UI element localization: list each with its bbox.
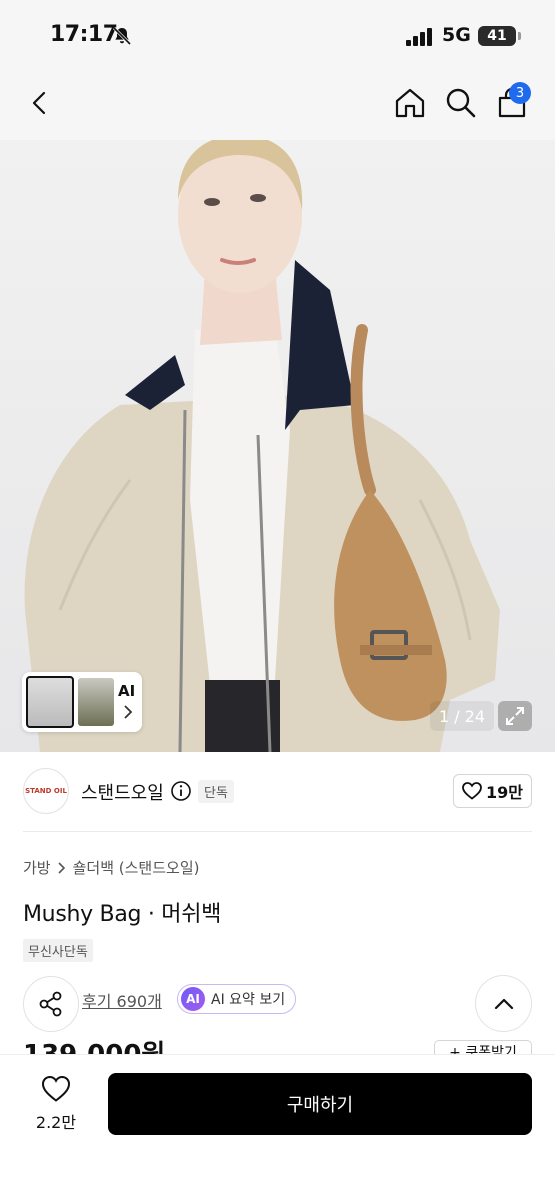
brand-logo-text: STAND OIL [25,787,67,795]
buy-button[interactable]: 구매하기 [108,1073,532,1135]
share-button[interactable] [23,976,79,1032]
store-exclusive-badge: 무신사단독 [23,939,93,962]
search-icon[interactable] [444,86,478,120]
ai-summary-label: AI 요약 보기 [211,992,286,1008]
bottom-action-bar: 2.2만 구매하기 [0,1054,555,1200]
review-link[interactable]: 후기 690개 [82,988,162,1012]
product-photo [24,140,500,752]
network-type: 5G [442,24,471,46]
ai-badge: AI [181,987,205,1011]
status-time: 17:17 [50,22,118,47]
expand-button[interactable] [498,701,532,731]
ai-thumbnail-card[interactable]: AI [22,672,142,732]
bell-off-icon [112,26,132,46]
breadcrumb-subcategory[interactable]: 숄더백 (스탠드오일) [73,857,200,878]
expand-icon [506,707,524,725]
chevron-up-icon [494,998,513,1009]
coupon-button[interactable]: + 쿠폰받기 [434,1040,532,1054]
share-icon [39,991,62,1017]
nav-bar: 3 [0,72,555,140]
divider [23,831,532,832]
breadcrumb-category[interactable]: 가방 [23,857,51,878]
signal-icon [406,28,432,46]
scroll-top-button[interactable] [475,975,532,1032]
product-price: 139,000원 [23,1040,165,1054]
thumbnail-alt[interactable] [78,678,114,726]
back-icon[interactable] [22,86,56,120]
heart-icon [462,782,482,800]
brand-name[interactable]: 스탠드오일 [81,779,164,805]
home-icon[interactable] [393,86,427,120]
breadcrumb: 가방 숄더백 (스탠드오일) [23,857,199,878]
wishlist-count: 2.2만 [35,1113,77,1132]
brand-logo[interactable]: STAND OIL [23,768,69,814]
battery-level: 41 [487,28,507,44]
status-bar: 17:17 5G 41 [0,0,555,72]
battery-cap [518,32,521,40]
wishlist-heart-icon[interactable] [41,1075,71,1103]
thumbnail-model[interactable] [26,676,74,728]
brand-like-button[interactable]: 19만 [453,774,532,808]
thumbnail-ai-label: AI [118,682,136,700]
exclusive-tag: 단독 [198,780,234,803]
product-image-gallery[interactable]: AI 1 / 24 [0,140,555,752]
battery-icon: 41 [478,26,516,46]
chevron-right-icon [124,705,133,719]
info-icon[interactable] [170,780,192,802]
chevron-right-icon [58,861,65,874]
brand-like-count: 19만 [486,783,523,802]
cart-badge: 3 [509,82,531,104]
image-page-indicator: 1 / 24 [430,701,494,731]
ai-summary-button[interactable]: AI AI 요약 보기 [177,984,297,1014]
product-title: Mushy Bag · 머쉬백 [23,902,222,927]
